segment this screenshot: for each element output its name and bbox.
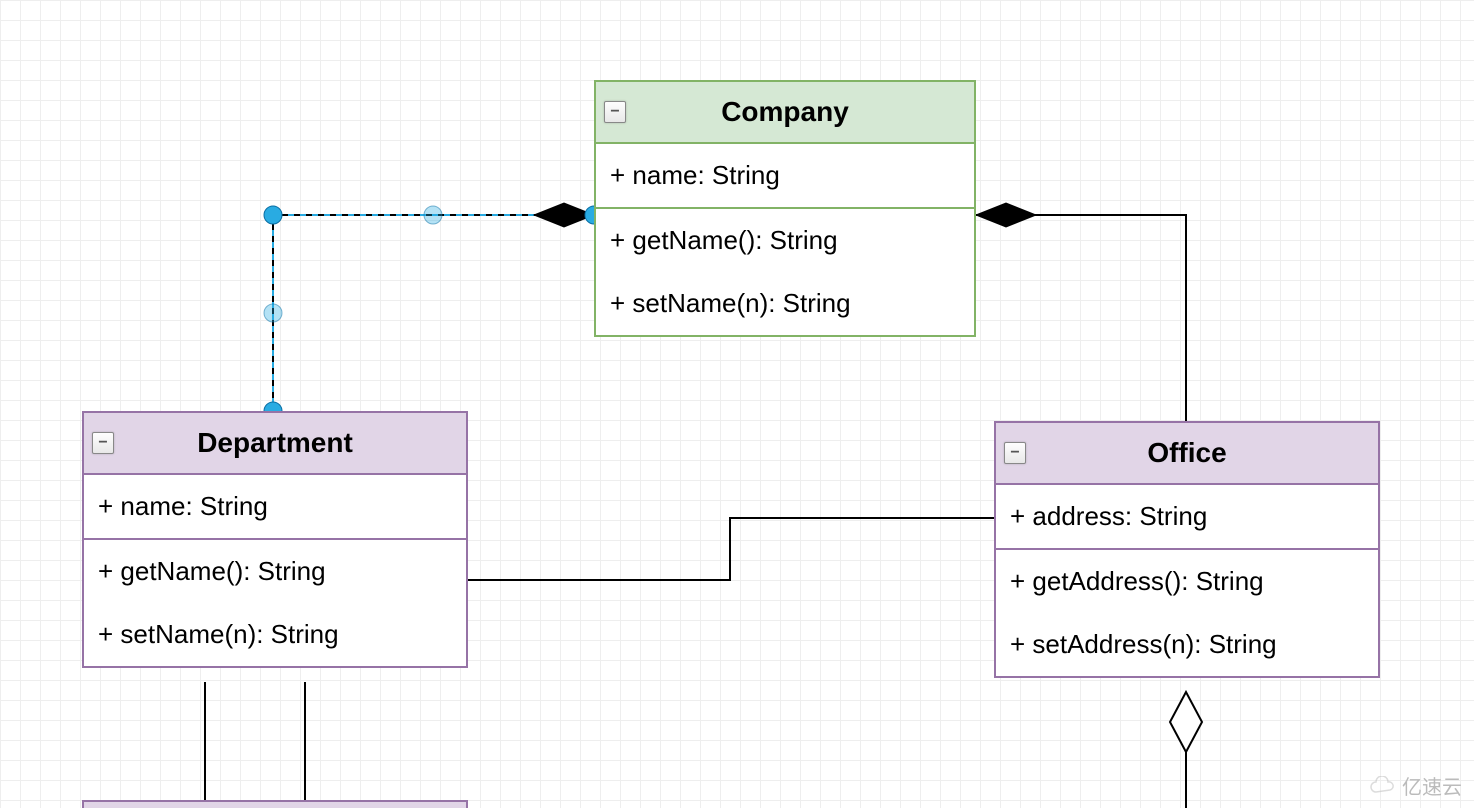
uml-class-company[interactable]: − Company + name: String + getName(): St… [594, 80, 976, 337]
uml-operation[interactable]: + getName(): String [596, 209, 974, 272]
association-connector-department-office[interactable] [468, 518, 994, 580]
composition-connector-company-department[interactable] [264, 203, 603, 420]
uml-class-title: − Office [996, 423, 1378, 485]
uml-operation[interactable]: + getAddress(): String [996, 550, 1378, 613]
aggregation-connector-office-down[interactable] [1170, 692, 1202, 808]
uml-operations-section: + getAddress(): String + setAddress(n): … [996, 550, 1378, 676]
uml-attributes-section: + name: String [84, 475, 466, 540]
uml-operation[interactable]: + setAddress(n): String [996, 613, 1378, 676]
uml-attribute[interactable]: + name: String [84, 475, 466, 538]
uml-class-title: − Department [84, 413, 466, 475]
uml-operations-section: + getName(): String + setName(n): String [84, 540, 466, 666]
uml-class-partial-bottom[interactable] [82, 800, 468, 808]
collapse-toggle-icon[interactable]: − [604, 101, 626, 123]
collapse-toggle-icon[interactable]: − [92, 432, 114, 454]
uml-operations-section: + getName(): String + setName(n): String [596, 209, 974, 335]
uml-attribute[interactable]: + address: String [996, 485, 1378, 548]
uml-attribute[interactable]: + name: String [596, 144, 974, 207]
class-name-label: Department [197, 427, 353, 458]
cloud-icon [1368, 776, 1396, 796]
composition-connector-company-office[interactable] [976, 203, 1186, 421]
diagram-canvas[interactable]: − Company + name: String + getName(): St… [0, 0, 1474, 808]
class-name-label: Office [1147, 437, 1226, 468]
uml-class-department[interactable]: − Department + name: String + getName():… [82, 411, 468, 668]
watermark: 亿速云 [1368, 771, 1462, 800]
watermark-text: 亿速云 [1402, 771, 1462, 800]
uml-attributes-section: + name: String [596, 144, 974, 209]
uml-class-title: − Company [596, 82, 974, 144]
collapse-toggle-icon[interactable]: − [1004, 442, 1026, 464]
uml-attributes-section: + address: String [996, 485, 1378, 550]
uml-operation[interactable]: + setName(n): String [84, 603, 466, 666]
class-name-label: Company [721, 96, 849, 127]
uml-operation[interactable]: + getName(): String [84, 540, 466, 603]
uml-operation[interactable]: + setName(n): String [596, 272, 974, 335]
uml-class-office[interactable]: − Office + address: String + getAddress(… [994, 421, 1380, 678]
